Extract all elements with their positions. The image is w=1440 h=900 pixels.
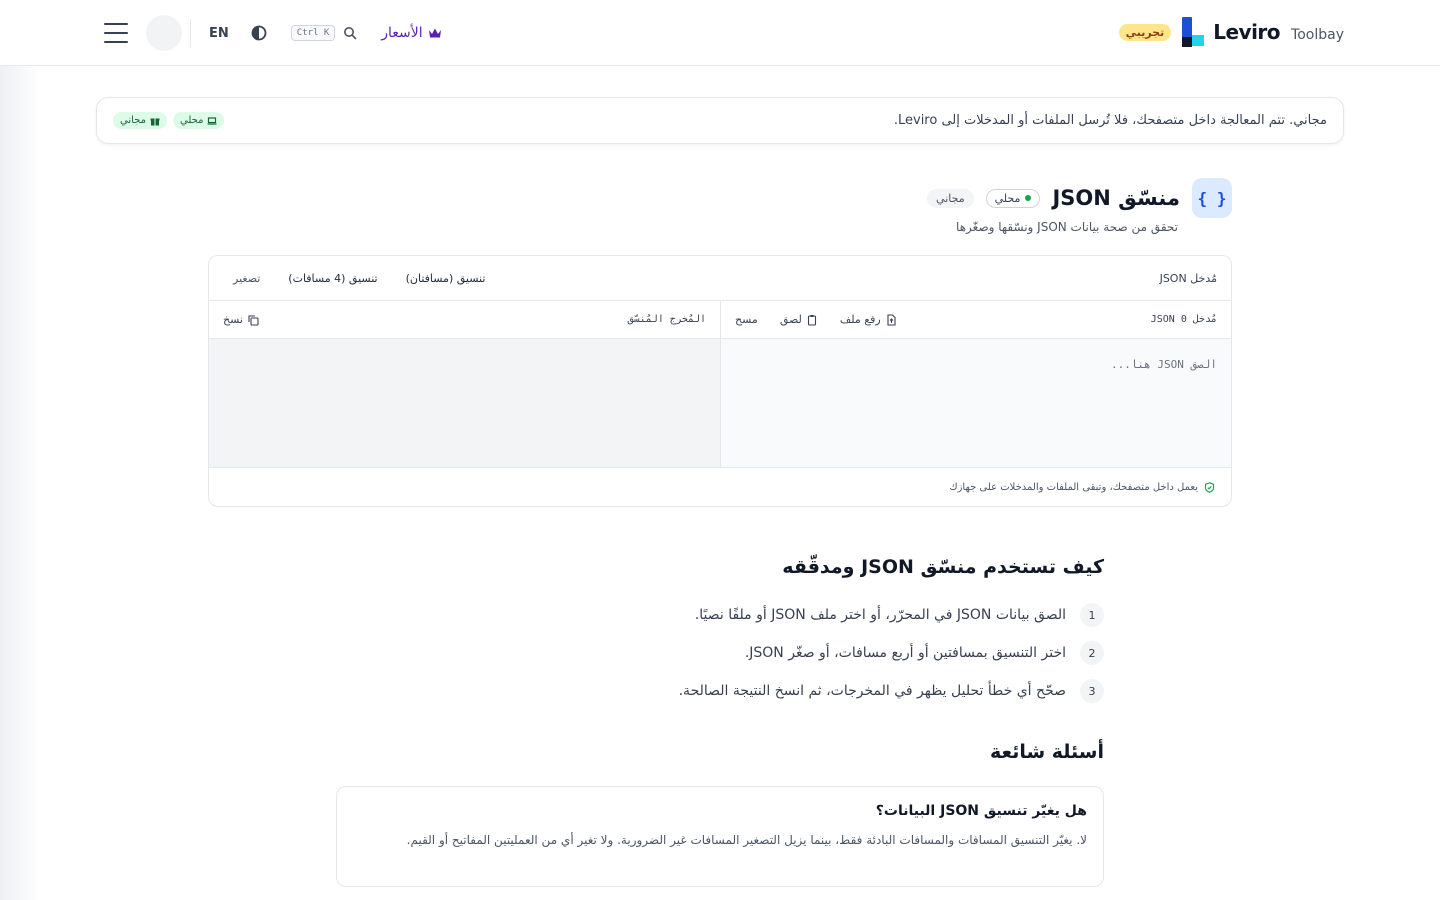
local-badge: محلي: [985, 188, 1041, 208]
local-pill: محلي: [172, 112, 225, 129]
brand-subname: Toolbay: [1291, 26, 1344, 43]
editor-title: مُدخل JSON: [1159, 271, 1217, 285]
output-label: المُخرج المُنسّق: [627, 314, 706, 325]
header-actions: EN Ctrl K الأسعار: [104, 14, 442, 52]
footer-note: يعمل داخل متصفحك، وتبقى الملفات والمدخلا…: [949, 482, 1198, 493]
format-2-spaces-button[interactable]: تنسيق (مسافتان): [406, 272, 486, 285]
faq-item[interactable]: هل يغيّر تنسيق JSON البيانات؟ لا. يغيّر …: [336, 786, 1104, 887]
brand[interactable]: تجريبي Leviro Toolbay: [1118, 16, 1344, 48]
output-pane-header: المُخرج المُنسّق نسخ: [209, 301, 720, 339]
privacy-notice: مجاني. تتم المعالجة داخل متصفحك، فلا تُر…: [96, 97, 1344, 144]
top-navigation-bar: تجريبي Leviro Toolbay EN Ctrl K الأسعار: [0, 0, 1440, 66]
menu-icon[interactable]: [104, 23, 128, 43]
notice-pills: محلي مجاني: [113, 112, 225, 129]
format-actions: تنسيق (مسافتان) تنسيق (4 مسافات) تصغير: [233, 272, 485, 285]
step-text: الصق بيانات JSON في المحرّر، أو اختر ملف…: [694, 607, 1066, 623]
tool-header: { } منسّق JSON محلي مجاني: [927, 178, 1232, 218]
upload-file-label: رفع ملف: [839, 313, 881, 326]
theme-toggle-icon[interactable]: [251, 25, 267, 41]
how-to-step: 3 صحّح أي خطأ تحليل يظهر في المخرجات، ثم…: [336, 672, 1104, 710]
how-to-section: كيف تستخدم منسّق JSON ومدقّقه 1 الصق بيا…: [336, 556, 1104, 710]
paste-button[interactable]: لصق: [780, 313, 818, 326]
free-badge: مجاني: [927, 188, 974, 208]
step-number: 1: [1080, 603, 1104, 627]
copy-label: نسخ: [223, 313, 243, 326]
editor-footer: يعمل داخل متصفحك، وتبقى الملفات والمدخلا…: [209, 467, 1231, 506]
upload-file-icon: [887, 313, 896, 326]
upload-file-button[interactable]: رفع ملف: [840, 313, 897, 326]
page-edge-shade: [0, 66, 40, 900]
faq-question: هل يغيّر تنسيق JSON البيانات؟: [875, 803, 1087, 819]
avatar[interactable]: [146, 15, 182, 51]
output-tools: نسخ: [223, 313, 259, 326]
laptop-icon: [207, 116, 217, 125]
step-text: اختر التنسيق بمسافتين أو أربع مسافات، أو…: [744, 645, 1066, 661]
editor-toolbar: مُدخل JSON تنسيق (مسافتان) تنسيق (4 مساف…: [209, 256, 1231, 301]
brand-name: Leviro: [1213, 20, 1281, 44]
paste-label: لصق: [779, 313, 802, 326]
editor-panes: مُدخل JSON 0 رفع ملف لصق مسح الصق JSON ه…: [209, 301, 1231, 467]
language-switch[interactable]: EN: [209, 26, 229, 41]
header-divider: [190, 19, 191, 47]
output-pane: المُخرج المُنسّق نسخ: [209, 301, 720, 467]
gift-icon: [150, 118, 160, 125]
status-dot: [1025, 195, 1032, 201]
clear-button[interactable]: مسح: [735, 313, 758, 326]
json-output-area: [209, 339, 720, 467]
how-to-step: 1 الصق بيانات JSON في المحرّر، أو اختر م…: [336, 596, 1104, 634]
brand-logo-icon: [1179, 17, 1205, 47]
page-title: منسّق JSON: [1052, 186, 1180, 210]
local-badge-label: محلي: [994, 191, 1021, 205]
braces-icon: { }: [1192, 178, 1232, 218]
clipboard-icon: [807, 314, 816, 326]
step-number: 2: [1080, 641, 1104, 665]
input-label: مُدخل JSON 0: [1151, 314, 1217, 325]
how-to-step: 2 اختر التنسيق بمسافتين أو أربع مسافات، …: [336, 634, 1104, 672]
format-4-spaces-button[interactable]: تنسيق (4 مسافات): [288, 272, 377, 285]
page-subtitle: تحقق من صحة بيانات JSON ونسّقها وصغّرها: [956, 220, 1178, 234]
faq-answer: لا. يغيّر التنسيق المسافات والمسافات الب…: [406, 833, 1087, 847]
input-placeholder: الصق JSON هنا...: [1111, 358, 1217, 371]
copy-icon: [248, 314, 259, 326]
free-pill: مجاني: [113, 112, 167, 129]
step-text: صحّح أي خطأ تحليل يظهر في المخرجات، ثم ا…: [678, 683, 1066, 699]
json-input-field[interactable]: الصق JSON هنا...: [721, 339, 1231, 467]
step-number: 3: [1080, 679, 1104, 703]
beta-badge: تجريبي: [1118, 23, 1172, 41]
input-pane: مُدخل JSON 0 رفع ملف لصق مسح الصق JSON ه…: [720, 301, 1231, 467]
search-icon[interactable]: [343, 26, 357, 40]
notice-text: مجاني. تتم المعالجة داخل متصفحك، فلا تُر…: [893, 113, 1327, 128]
search-shortcut: Ctrl K: [290, 25, 336, 41]
input-tools: رفع ملف لصق مسح: [735, 313, 897, 326]
crown-icon: [428, 28, 441, 38]
copy-button[interactable]: نسخ: [223, 313, 259, 326]
how-to-title: كيف تستخدم منسّق JSON ومدقّقه: [782, 556, 1104, 578]
minify-button[interactable]: تصغير: [233, 272, 260, 285]
local-pill-label: محلي: [179, 115, 204, 126]
json-editor: مُدخل JSON تنسيق (مسافتان) تنسيق (4 مساف…: [208, 255, 1232, 507]
shield-check-icon: [1204, 482, 1215, 493]
input-pane-header: مُدخل JSON 0 رفع ملف لصق مسح: [721, 301, 1231, 339]
free-pill-label: مجاني: [120, 115, 146, 126]
pricing-label: الأسعار: [381, 25, 423, 41]
pricing-link[interactable]: الأسعار: [381, 25, 441, 41]
faq-title: أسئلة شائعة: [989, 741, 1104, 763]
